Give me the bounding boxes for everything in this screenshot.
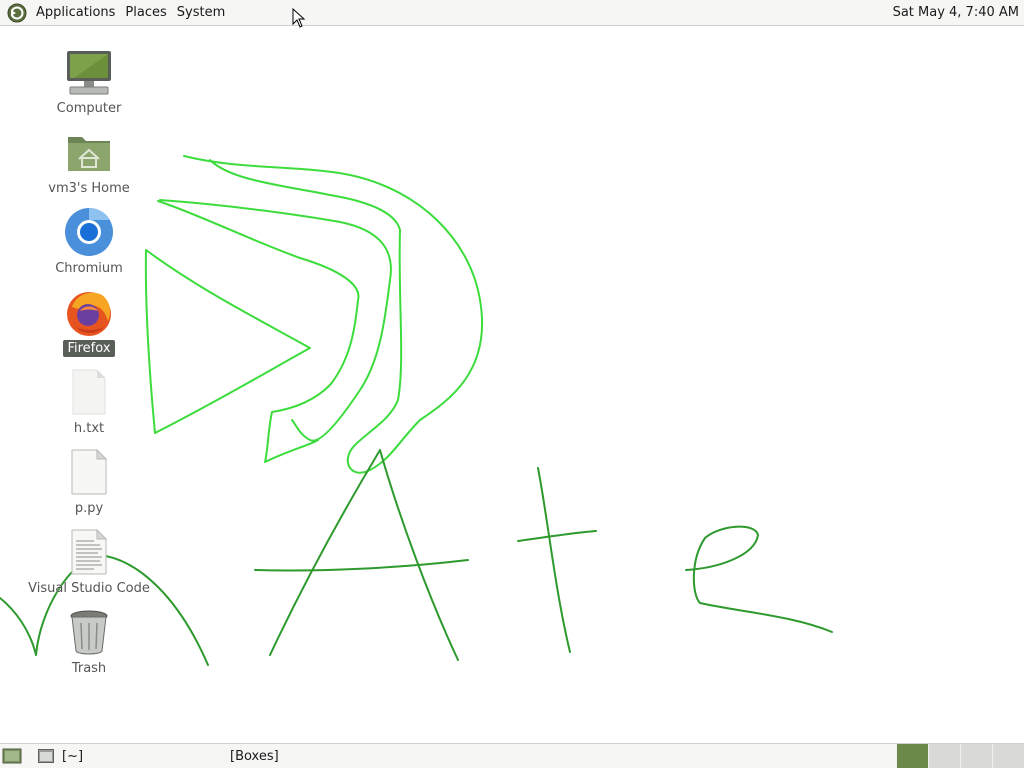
applications-menu[interactable]: Applications [31,0,120,26]
workspace-1[interactable] [896,744,928,768]
taskbar-button-boxes[interactable]: [Boxes] [210,744,279,768]
drawing-stroke-e [685,525,833,633]
chromium-icon [65,207,113,256]
workspace-3[interactable] [960,744,992,768]
mouse-cursor [292,8,306,28]
text-file-icon [72,369,106,415]
green-drawing [0,155,833,666]
desktop-icon-label: Computer [56,101,122,116]
desktop-icon-firefox[interactable]: Firefox [29,287,149,365]
drawing-stroke-middle-arc [159,199,392,442]
drawing-stroke-inner-arc [157,200,360,463]
computer-icon [67,51,111,95]
drawing-stroke-t-bar [517,530,597,542]
top-panel: Applications Places System Sat May 4, 7:… [0,0,1024,26]
taskbar-label: [~] [62,748,84,764]
drawing-stroke-outer-arc [183,155,483,474]
document-icon [71,528,108,575]
trash-icon [70,610,108,655]
desktop-icon-trash[interactable]: Trash [29,607,149,685]
drawing-stroke-triangle [144,249,311,434]
firefox-icon [67,292,111,336]
desktop-icon-label: Chromium [55,261,123,276]
places-menu[interactable]: Places [120,0,171,26]
clock[interactable]: Sat May 4, 7:40 AM [893,0,1019,26]
taskbar-label: [Boxes] [230,748,279,764]
drawing-stroke-a-bar [254,559,469,572]
taskbar-button-terminal[interactable]: [~] [38,744,83,768]
python-file-icon [71,448,108,495]
workspace-switcher[interactable] [896,744,1024,768]
desktop-icon-h-txt[interactable]: h.txt [29,367,149,445]
workspace-4[interactable] [992,744,1024,768]
workspace-2[interactable] [928,744,960,768]
desktop-icon-label: h.txt [73,421,105,436]
desktop-icon-home[interactable]: vm3's Home [29,127,149,205]
terminal-icon [38,749,54,763]
desktop[interactable]: Computer vm3's Home Chromium Firefox h.t… [0,27,1024,742]
bottom-panel: [~] [Boxes] [0,743,1024,768]
system-menu[interactable]: System [172,0,230,26]
desktop-icon-label: Trash [71,661,107,676]
desktop-icon-chromium[interactable]: Chromium [29,207,149,285]
desktop-icon-label: Firefox [63,340,115,357]
desktop-icon-label: Visual Studio Code [28,581,150,596]
home-folder-icon [68,137,110,171]
show-desktop-icon[interactable] [2,747,22,765]
drawing-stroke-a [269,449,459,661]
desktop-icon-label: vm3's Home [48,181,130,196]
desktop-icon-p-py[interactable]: p.py [29,447,149,525]
window-icon [210,749,222,763]
mate-logo-icon[interactable] [7,3,27,23]
desktop-icon-label: p.py [74,501,104,516]
drawing-stroke-t-stem [537,467,571,653]
desktop-icon-computer[interactable]: Computer [29,47,149,125]
desktop-icon-visual-studio-code[interactable]: Visual Studio Code [28,527,150,605]
